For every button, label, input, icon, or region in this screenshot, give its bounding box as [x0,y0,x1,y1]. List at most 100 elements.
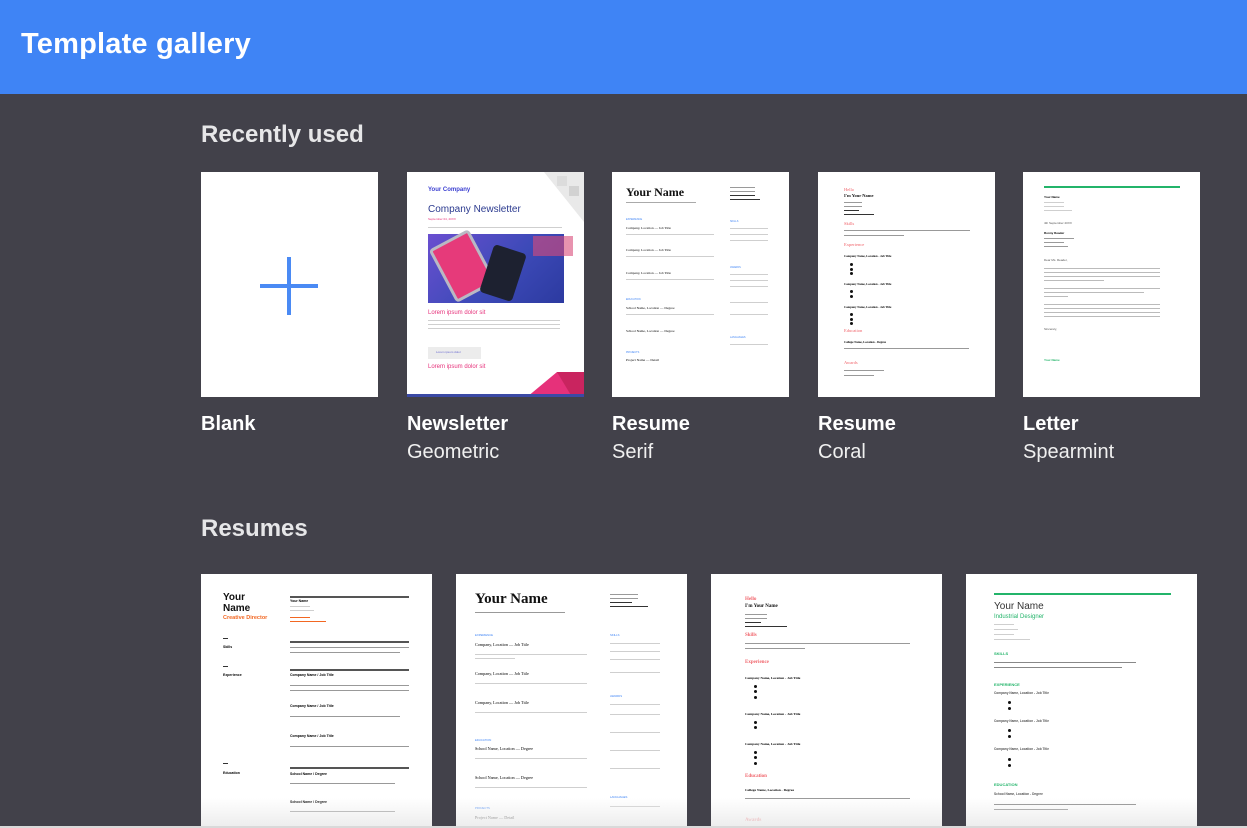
text-line [626,234,714,235]
text-line [1044,296,1068,297]
bullet [1008,707,1011,710]
text-line [844,375,874,376]
text-line [1044,246,1068,247]
resume-template-card-1[interactable]: Your Name Creative Director Your Name Sk… [201,574,432,828]
text-line [428,324,560,325]
text-line [290,606,310,607]
job-line: Company Name / Job Title [290,734,334,738]
section-heading: EDUCATION [475,738,492,742]
template-card-resume-serif[interactable]: Your Name EXPERIENCE Company, Location —… [612,172,789,397]
text-line [1044,268,1160,269]
section-heading: SKILLS [610,633,620,637]
job-line: Company Name / Job Title [290,673,334,677]
bullet [1008,729,1011,732]
accent-rule [1044,186,1180,188]
text-line [844,210,859,211]
template-label-resume-coral[interactable]: Resume Coral [818,413,896,464]
text-line [730,195,755,196]
template-label-newsletter[interactable]: Newsletter Geometric [407,413,508,464]
section-heading: EXPERIENCE [475,633,494,637]
job-line: Company Name, Location - Job Title [745,712,801,716]
text-line [730,228,768,229]
rule [290,641,409,643]
job-line: Company Name, Location - Job Title [844,254,892,258]
template-card-resume-coral[interactable]: Hello I'm Your Name Skills Experience Co… [818,172,995,397]
section-heading: EDUCATION [994,782,1018,787]
section-heading: EDUCATION [626,298,641,301]
template-title: Resume [818,413,896,435]
text-line [844,230,970,231]
label-skills: Skills [223,645,233,649]
template-subtitle: Geometric [407,441,500,463]
text-line [290,647,409,648]
text-line [994,667,1122,668]
template-title: Newsletter [407,413,509,435]
text-line [994,662,1136,663]
accent-rule [994,593,1171,595]
label-experience: Experience [223,673,242,677]
text-line [745,622,761,623]
text-line [475,683,587,684]
text-line [610,598,638,599]
job-line: Company, Location — Job Title [626,271,671,275]
school-line: School Name, Location — Degree [475,746,534,751]
text-line [610,659,660,660]
coral-name: I'm Your Name [745,604,778,609]
template-title: Letter [1023,413,1079,435]
dash [223,638,228,639]
newsletter-button-label: Lorem ipsum dolor [436,350,461,354]
bullet [850,290,853,293]
bullet [1008,764,1011,767]
text-line [730,280,768,281]
text-line [745,643,910,644]
bullet [850,272,853,275]
card-fade [201,798,432,828]
section-heading: Education [745,774,767,779]
text-line [844,348,969,349]
newsletter-heading: Company Newsletter [428,204,521,215]
resume-template-card-3[interactable]: Hello I'm Your Name Skills Experience Co… [711,574,942,828]
text-line [475,654,587,655]
card-fade [966,798,1197,828]
template-card-newsletter-geometric[interactable]: Your Company Company Newsletter Septembe… [407,172,584,397]
resume-name: Your Name [475,591,548,607]
text-line [290,621,326,622]
bullet [754,721,757,724]
section-title-recently-used: Recently used [201,121,364,148]
school-line: School Name, Location — Degree [626,306,675,310]
job-line: Company Name, Location - Job Title [844,305,892,309]
job-line: Company, Location — Job Title [626,248,671,252]
section-heading: Experience [745,660,769,665]
text-line [428,320,560,321]
template-card-blank[interactable] [201,172,378,397]
section-heading: Education [844,328,863,333]
text-line [610,704,660,705]
template-label-resume-serif[interactable]: Resume Serif [612,413,690,464]
text-line [745,614,767,615]
newsletter-section2: Lorem ipsum dolor sit [428,364,486,370]
dash [223,763,228,764]
bullet [850,318,853,321]
text-line [475,758,587,759]
job-line: Company, Location — Job Title [626,226,671,230]
template-label-blank[interactable]: Blank [201,413,255,436]
resume-template-card-4[interactable]: Your Name Industrial Designer SKILLS EXP… [966,574,1197,828]
text-line [1044,276,1160,277]
newsletter-date: September 04, 20XX [428,217,456,221]
text-line [610,651,660,652]
template-label-letter-spearmint[interactable]: Letter Spearmint [1023,413,1114,464]
text-line [730,234,768,235]
text-line [475,612,565,613]
job-line: Company Name, Location - Job Title [994,691,1050,695]
letter-signature: Your Name [1044,358,1060,362]
coral-name: I'm Your Name [844,193,874,198]
card-fade [711,798,942,828]
template-card-letter-spearmint[interactable]: Your Name 4th September 20XX Ronny Reade… [1023,172,1200,397]
text-line [475,787,587,788]
job-line: Company Name, Location - Job Title [745,676,801,680]
section-heading: AWARDS [730,266,741,269]
resume-template-card-2[interactable]: Your Name EXPERIENCE Company, Location —… [456,574,687,828]
bullet [1008,701,1011,704]
newsletter-company: Your Company [428,187,471,193]
text-line [730,191,755,192]
